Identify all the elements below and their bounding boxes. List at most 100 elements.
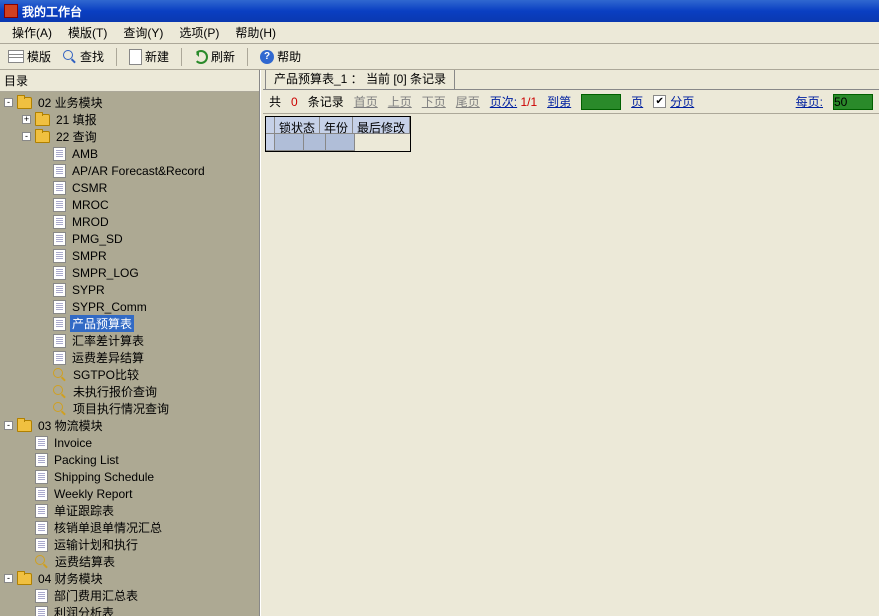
tree-node[interactable]: 项目执行情况查询 [0,400,259,417]
total-value: 0 [291,95,298,109]
separator [181,48,182,66]
tree-node[interactable]: SGTPO比较 [0,366,259,383]
folder-icon [17,97,32,109]
prev-page[interactable]: 上页 [388,93,412,110]
tree-node[interactable]: SYPR [0,281,259,298]
tree-node[interactable]: MROC [0,196,259,213]
collapse-icon[interactable]: - [22,132,31,141]
node-label: SYPR_Comm [70,300,149,314]
tree-node[interactable]: AP/AR Forecast&Record [0,162,259,179]
tree-node[interactable]: AMB [0,145,259,162]
folder-icon [17,573,32,585]
menu-option[interactable]: 选项(P) [171,22,227,43]
node-label: 运输计划和执行 [52,536,140,553]
report-icon [53,249,66,263]
tree-node[interactable]: 汇率差计算表 [0,332,259,349]
separator [116,48,117,66]
tree-node[interactable]: 运输计划和执行 [0,536,259,553]
cell[interactable] [275,134,304,151]
tree-node[interactable]: 部门费用汇总表 [0,587,259,604]
active-tab[interactable]: 产品预算表_1 ： 当前 [0] 条记录 [265,70,455,89]
tree-node[interactable]: MROD [0,213,259,230]
report-icon [53,198,66,212]
title-bar: 我的工作台 [0,0,879,22]
tree-node[interactable]: - 03 物流模块 [0,417,259,434]
node-label: PMG_SD [70,232,125,246]
goto-input[interactable] [581,94,621,110]
collapse-icon[interactable]: - [4,421,13,430]
last-page[interactable]: 尾页 [456,93,480,110]
node-label: CSMR [70,181,109,195]
tab-row: 产品预算表_1 ： 当前 [0] 条记录 [263,70,879,90]
app-icon [4,4,18,18]
tree-node[interactable]: PMG_SD [0,230,259,247]
tree-node[interactable]: Invoice [0,434,259,451]
menu-action[interactable]: 操作(A) [4,22,60,43]
report-icon [53,334,66,348]
tree-node[interactable]: 未执行报价查询 [0,383,259,400]
nav-tree[interactable]: -02 业务模块+21 填报-22 查询AMBAP/AR Forecast&Re… [0,92,259,616]
row-selector-header[interactable] [266,117,275,134]
collapse-icon[interactable]: - [4,574,13,583]
tb-help[interactable]: ?帮助 [256,47,305,66]
tree-node[interactable]: -22 查询 [0,128,259,145]
tree-node[interactable]: SMPR_LOG [0,264,259,281]
tree-node[interactable]: - 04 财务模块 [0,570,259,587]
tb-template[interactable]: 模版 [4,47,55,66]
collapse-icon[interactable]: - [4,98,13,107]
node-label: 03 物流模块 [36,417,105,434]
magnifier-icon [53,385,67,399]
page-value: 1/1 [520,95,537,109]
node-label: 单证跟踪表 [52,502,116,519]
col-lock[interactable]: 锁状态 [275,117,320,134]
tree-node[interactable]: -02 业务模块 [0,94,259,111]
menu-bar: 操作(A) 模版(T) 查询(Y) 选项(P) 帮助(H) [0,22,879,44]
tree-node[interactable]: Shipping Schedule [0,468,259,485]
split-checkbox[interactable]: ✔ [653,95,666,108]
tree-node[interactable]: Weekly Report [0,485,259,502]
window-title: 我的工作台 [22,3,82,20]
tb-new[interactable]: 新建 [125,47,173,66]
node-label: 未执行报价查询 [71,383,159,400]
node-label: Shipping Schedule [52,470,156,484]
folder-icon [35,114,50,126]
tree-node[interactable]: 产品预算表 [0,315,259,332]
magnifier-icon [35,555,49,569]
first-page[interactable]: 首页 [354,93,378,110]
tree-node[interactable]: +21 填报 [0,111,259,128]
report-icon [35,521,48,535]
magnifier-icon [53,368,67,382]
report-icon [53,317,66,331]
tb-refresh[interactable]: 刷新 [190,47,239,66]
col-lastmod[interactable]: 最后修改 [353,117,410,134]
grid-icon [8,50,24,63]
row-selector[interactable] [266,134,275,151]
cell[interactable] [326,134,355,151]
tree-node[interactable]: CSMR [0,179,259,196]
menu-help[interactable]: 帮助(H) [227,22,284,43]
tree-node[interactable]: 利润分析表 [0,604,259,616]
data-grid[interactable]: 锁状态 年份 最后修改 [263,114,879,157]
node-label: SGTPO比较 [71,366,141,383]
tree-node[interactable]: 核销单退单情况汇总 [0,519,259,536]
catalog-header: 目录 [0,70,259,92]
perpage-select[interactable] [833,94,873,110]
node-label: SYPR [70,283,107,297]
node-label: 项目执行情况查询 [71,400,171,417]
node-label: 04 财务模块 [36,570,105,587]
cell[interactable] [304,134,326,151]
tb-find[interactable]: 查找 [59,47,108,66]
menu-query[interactable]: 查询(Y) [115,22,171,43]
tree-node[interactable]: SMPR [0,247,259,264]
report-icon [35,487,48,501]
tree-node[interactable]: 运费结算表 [0,553,259,570]
node-label: Packing List [52,453,121,467]
col-year[interactable]: 年份 [320,117,353,134]
tree-node[interactable]: SYPR_Comm [0,298,259,315]
tree-node[interactable]: 单证跟踪表 [0,502,259,519]
menu-template[interactable]: 模版(T) [60,22,115,43]
expand-icon[interactable]: + [22,115,31,124]
tree-node[interactable]: 运费差异结算 [0,349,259,366]
tree-node[interactable]: Packing List [0,451,259,468]
next-page[interactable]: 下页 [422,93,446,110]
